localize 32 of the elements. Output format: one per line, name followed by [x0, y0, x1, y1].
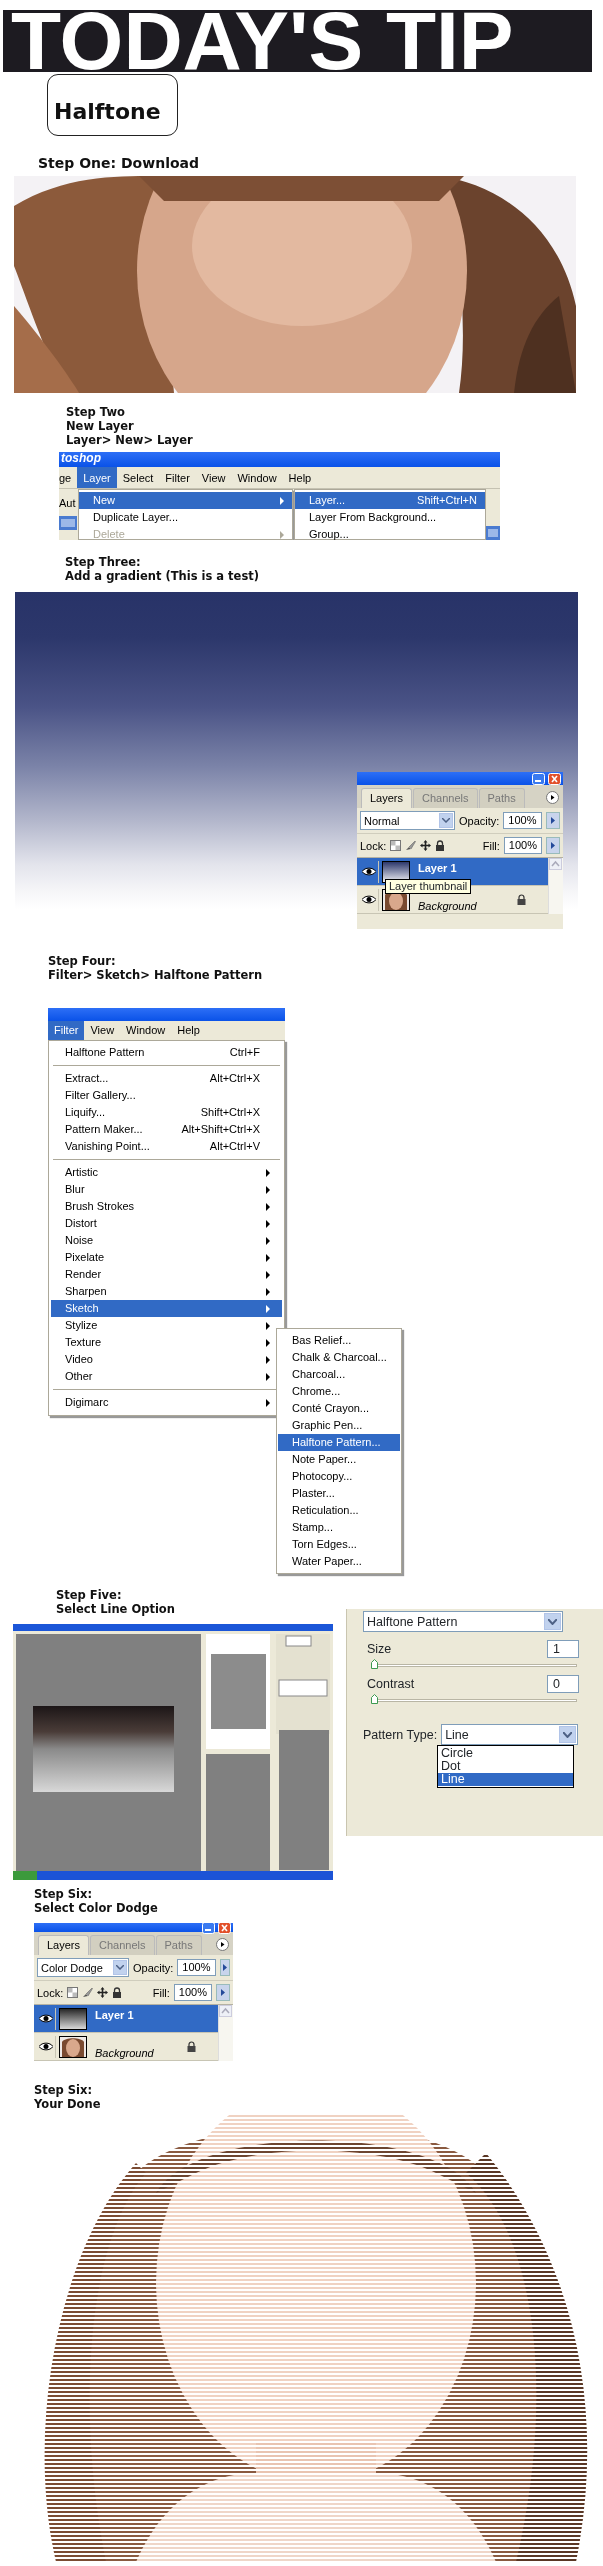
- layer-name: Layer 1: [95, 2008, 134, 2021]
- step-heading: Select Color Dodge: [34, 1901, 159, 1915]
- tooltip: Layer thumbnail: [385, 879, 472, 894]
- layer-name: Background: [95, 2047, 154, 2060]
- step-heading: Step Two: [66, 405, 126, 419]
- step-heading: Filter> Sketch> Halftone Pattern: [48, 968, 264, 982]
- toolbar-label: Aut: [59, 496, 77, 511]
- window-title: toshop: [59, 452, 500, 467]
- step-heading: Step Four:: [48, 954, 117, 968]
- opacity-label: Opacity:: [459, 814, 500, 827]
- step-heading: Step One: Download: [38, 155, 201, 171]
- lock-label: Lock:: [37, 1986, 64, 1999]
- fill-label: Fill:: [152, 1986, 170, 1999]
- lock-label: Lock:: [360, 839, 387, 852]
- step-heading: New Layer: [66, 419, 135, 433]
- layer-name: Layer 1: [418, 861, 457, 874]
- layer-name: Background: [418, 900, 477, 913]
- title-text: Halftone: [54, 101, 161, 123]
- fill-label: Fill:: [482, 839, 500, 852]
- opacity-label: Opacity:: [133, 1961, 174, 1974]
- step-heading: Step Five:: [56, 1588, 123, 1602]
- step-heading: Step Three:: [65, 555, 142, 569]
- step-heading: Your Done: [34, 2097, 102, 2111]
- step-heading: Step Six:: [34, 2083, 94, 2097]
- slider-label: Contrast: [367, 1677, 415, 1691]
- step-heading: Step Six:: [34, 1887, 94, 1901]
- pattern-type-label: Pattern Type:: [363, 1727, 438, 1742]
- banner-title: TODAY'S TIP: [10, 10, 515, 72]
- step-heading: Layer> New> Layer: [66, 433, 194, 447]
- step-heading: Select Line Option: [56, 1602, 176, 1616]
- step-heading: Add a gradient (This is a test): [65, 569, 260, 583]
- slider-label: Size: [367, 1642, 392, 1656]
